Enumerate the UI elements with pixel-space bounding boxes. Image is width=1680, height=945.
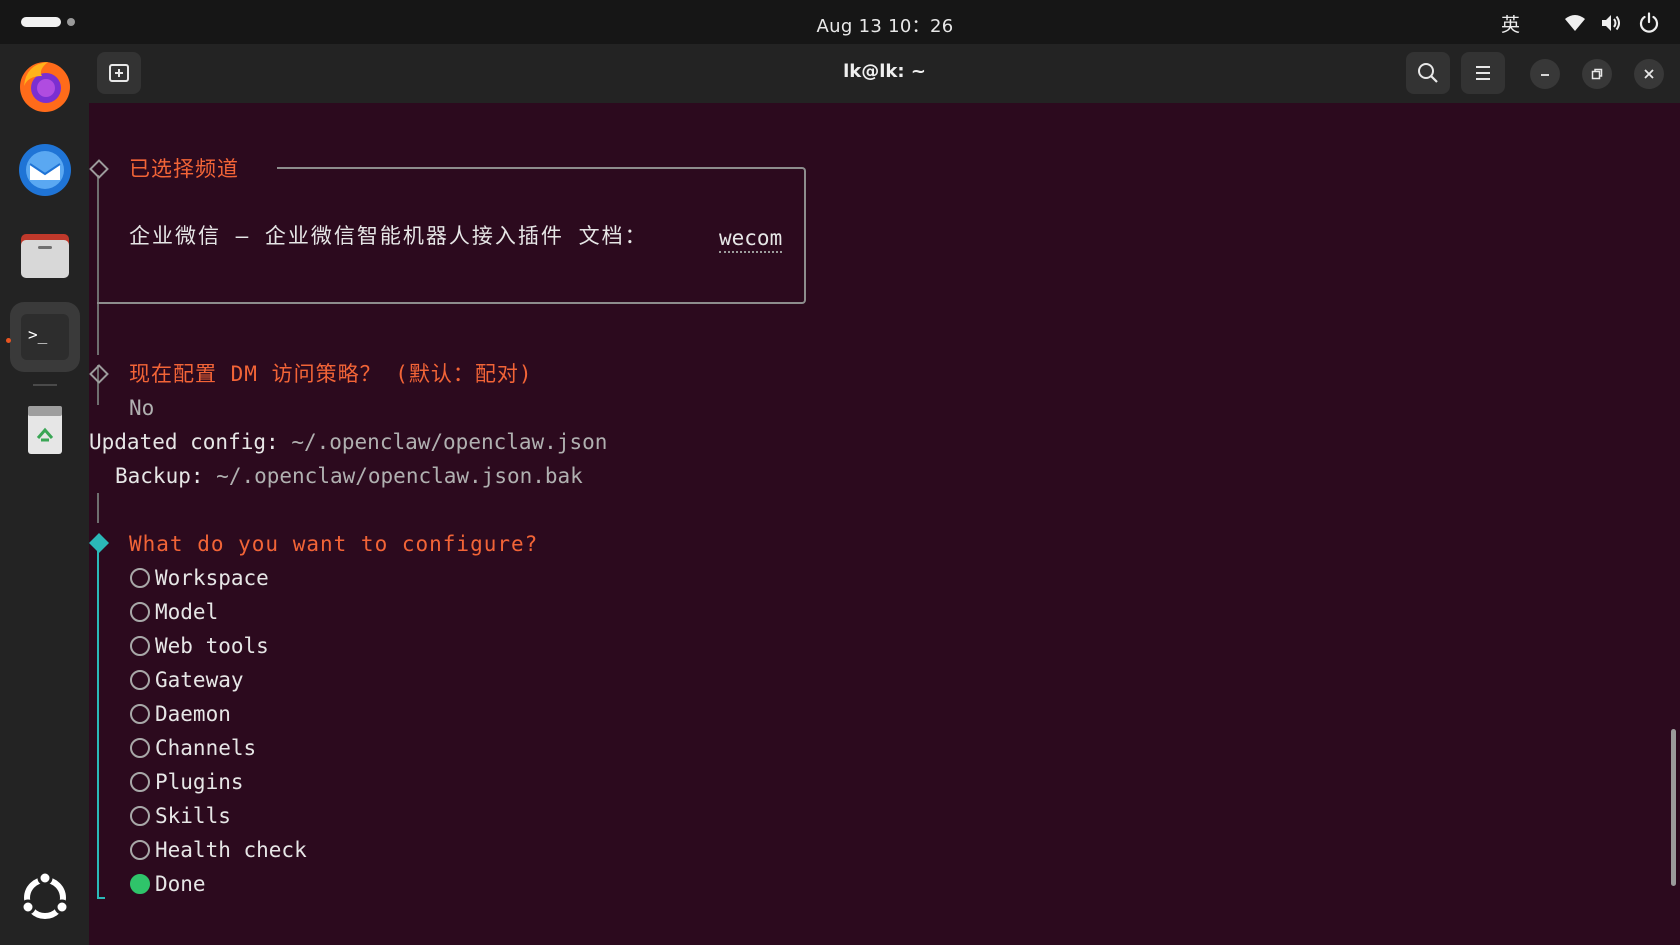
dock-thunderbird[interactable]	[10, 134, 80, 204]
option-label[interactable]: Channels	[155, 735, 256, 761]
configure-question: What do you want to configure?	[129, 532, 539, 556]
option-radio[interactable]	[130, 704, 150, 724]
dock-show-apps[interactable]	[10, 863, 80, 933]
selected-channel-heading: 已选择频道	[129, 157, 239, 181]
option-label[interactable]: Daemon	[155, 701, 231, 727]
clock[interactable]: Aug 13 10：26	[0, 12, 1680, 38]
dm-policy-answer: No	[129, 396, 155, 420]
dm-policy-question: 现在配置 DM 访问策略？ (默认：配对)	[129, 362, 533, 386]
channel-doc-link[interactable]: wecom	[719, 225, 783, 253]
dock-terminal[interactable]: >_	[10, 302, 80, 372]
firefox-icon	[20, 62, 70, 112]
option-radio[interactable]	[130, 772, 150, 792]
option-radio[interactable]	[130, 670, 150, 690]
files-icon	[21, 234, 69, 278]
terminal-window: lk@lk: ~ 已选择频道 企业微信 — 企业微信智能机器人接入插件 文档： …	[89, 44, 1680, 945]
restore-icon	[1591, 68, 1603, 80]
guide-line-end	[97, 897, 105, 899]
option-label[interactable]: Skills	[155, 803, 231, 829]
scrollbar[interactable]	[1671, 729, 1676, 886]
ubuntu-icon	[20, 870, 70, 919]
backup-path: ~/.openclaw/openclaw.json.bak	[216, 464, 583, 488]
option-radio[interactable]	[130, 602, 150, 622]
volume-icon[interactable]	[1600, 12, 1622, 34]
top-bar: Aug 13 10：26 英	[0, 0, 1680, 44]
dock-separator	[33, 384, 57, 386]
option-radio[interactable]	[130, 738, 150, 758]
backup-line: Backup: ~/.openclaw/openclaw.json.bak	[115, 464, 583, 488]
input-method-indicator[interactable]: 英	[1501, 10, 1520, 37]
option-label[interactable]: Gateway	[155, 667, 244, 693]
option-radio-selected[interactable]	[130, 874, 150, 894]
updated-config-line: Updated config: ~/.openclaw/openclaw.jso…	[89, 430, 608, 454]
option-label[interactable]: Workspace	[155, 565, 269, 591]
option-radio[interactable]	[130, 840, 150, 860]
minimize-icon	[1541, 74, 1549, 76]
thunderbird-icon	[19, 144, 71, 196]
option-label[interactable]: Model	[155, 599, 218, 625]
terminal-icon: >_	[21, 314, 69, 360]
terminal-content[interactable]: 已选择频道 企业微信 — 企业微信智能机器人接入插件 文档： wecom 现在配…	[89, 103, 1680, 945]
updated-config-path: ~/.openclaw/openclaw.json	[291, 430, 608, 454]
hamburger-menu-icon	[1476, 66, 1490, 80]
trash-icon	[28, 406, 62, 454]
close-icon	[1644, 69, 1654, 79]
step-diamond	[89, 364, 109, 384]
svg-text:>_: >_	[28, 325, 48, 344]
option-label[interactable]: Health check	[155, 837, 307, 863]
guide-line	[97, 493, 99, 523]
menu-button[interactable]	[1461, 52, 1505, 94]
option-radio[interactable]	[130, 806, 150, 826]
search-icon	[1418, 63, 1438, 83]
power-icon[interactable]	[1638, 12, 1660, 34]
option-label[interactable]: Done	[155, 871, 206, 897]
search-button[interactable]	[1406, 52, 1450, 94]
active-step-diamond	[89, 533, 109, 553]
active-guide-line	[97, 549, 99, 899]
dock-files[interactable]	[10, 218, 80, 288]
option-radio[interactable]	[130, 636, 150, 656]
option-label[interactable]: Plugins	[155, 769, 244, 795]
minimize-button[interactable]	[1530, 59, 1560, 89]
close-button[interactable]	[1634, 59, 1664, 89]
window-headerbar[interactable]: lk@lk: ~	[89, 44, 1680, 103]
option-label[interactable]: Web tools	[155, 633, 269, 659]
running-indicator	[6, 338, 11, 343]
restore-button[interactable]	[1582, 59, 1612, 89]
dock: >_	[0, 44, 89, 945]
option-radio[interactable]	[130, 568, 150, 588]
dock-firefox[interactable]	[10, 50, 80, 120]
channel-description: 企业微信 — 企业微信智能机器人接入插件 文档：	[129, 224, 648, 248]
dock-trash[interactable]	[10, 394, 80, 464]
wifi-icon[interactable]	[1564, 12, 1586, 34]
